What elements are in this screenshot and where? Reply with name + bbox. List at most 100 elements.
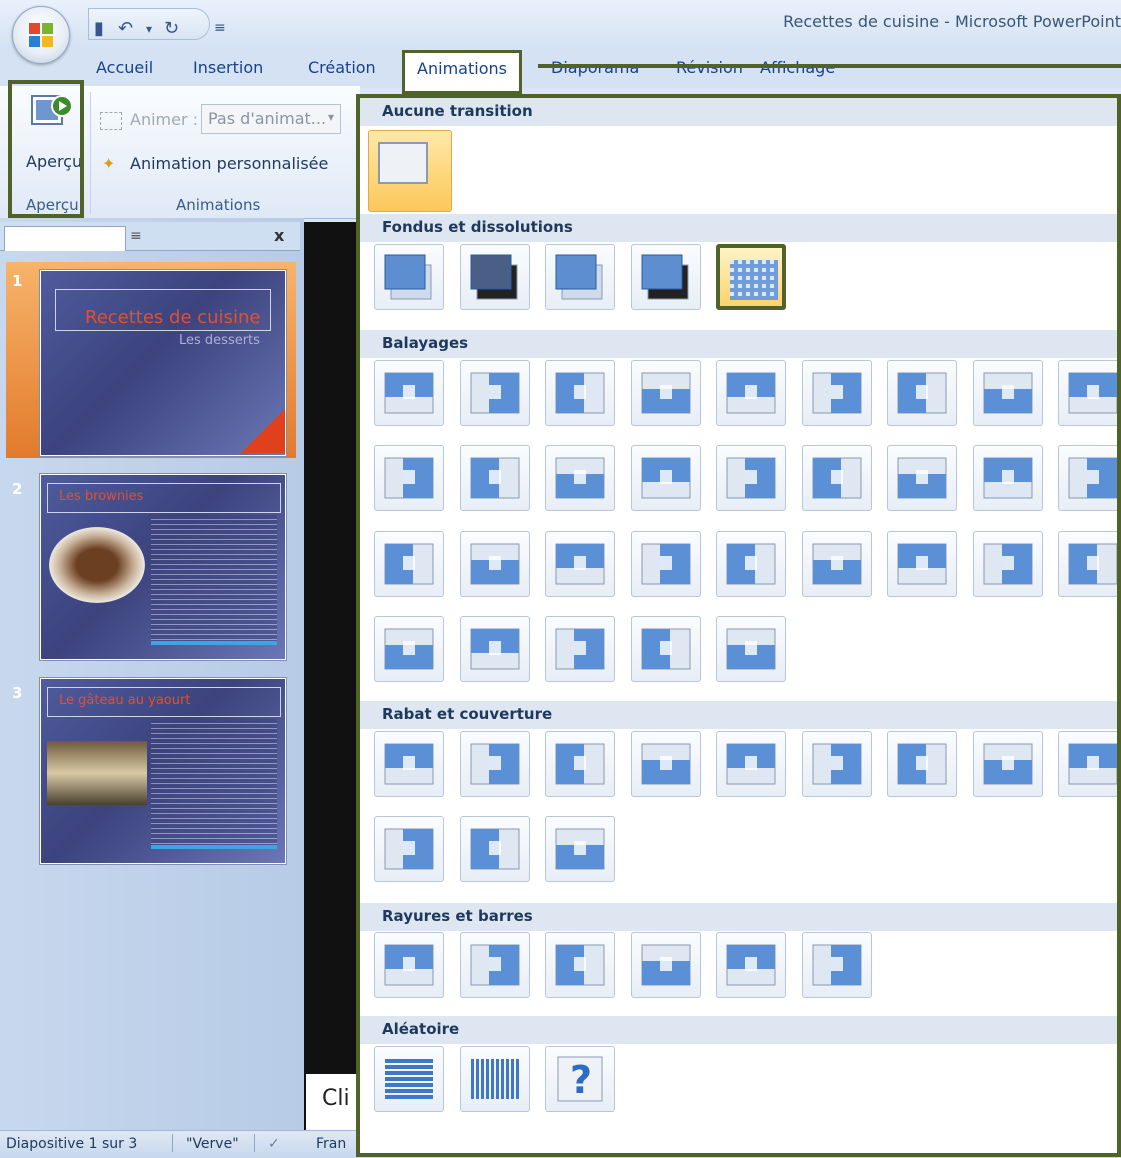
gallery-section-header: Rabat et couverture <box>360 701 1117 729</box>
spellcheck-icon[interactable]: ✓ <box>268 1136 280 1152</box>
transition-option[interactable] <box>545 244 615 310</box>
transition-option[interactable] <box>374 531 444 597</box>
customize-qat-icon[interactable]: ≡ <box>214 20 226 36</box>
transition-option[interactable] <box>545 531 615 597</box>
transition-option[interactable] <box>374 816 444 882</box>
status-divider <box>254 1134 255 1152</box>
custom-animation-button[interactable]: Animation personnalisée <box>130 154 328 173</box>
transition-option[interactable] <box>374 244 444 310</box>
slide-thumbnail-1[interactable]: Recettes de cuisine Les desserts <box>40 270 286 456</box>
wipe-transition-icon <box>555 628 605 670</box>
slide-thumbnail-3[interactable]: Le gâteau au yaourt <box>40 678 286 864</box>
transition-option[interactable] <box>716 244 786 310</box>
transition-option[interactable] <box>887 445 957 511</box>
transition-option[interactable] <box>887 731 957 797</box>
transition-option[interactable] <box>1058 731 1117 797</box>
slide-title: Les brownies <box>59 489 144 504</box>
slide-thumbnail-2[interactable]: Les brownies <box>40 474 286 660</box>
transition-option[interactable] <box>459 531 530 597</box>
transition-option[interactable] <box>972 731 1043 797</box>
transition-option[interactable] <box>630 616 701 682</box>
transition-option[interactable] <box>545 445 615 511</box>
wipe-transition-icon <box>470 944 519 986</box>
transition-option[interactable] <box>374 731 444 797</box>
transition-option[interactable] <box>459 816 530 882</box>
transition-option[interactable] <box>459 1046 530 1112</box>
transition-option[interactable] <box>545 816 615 882</box>
wipe-transition-icon <box>897 457 947 499</box>
transition-option[interactable] <box>1058 360 1117 426</box>
transition-option[interactable] <box>972 360 1043 426</box>
transition-option[interactable] <box>972 531 1043 597</box>
transition-option[interactable] <box>545 932 615 998</box>
transition-option[interactable] <box>630 445 701 511</box>
animer-select[interactable]: Pas d'animat... <box>201 104 341 134</box>
undo-icon[interactable]: ↶ <box>118 18 133 39</box>
wipe-transition-icon <box>812 372 861 414</box>
tab-accueil[interactable]: Accueil <box>96 58 153 77</box>
transition-option[interactable] <box>374 616 444 682</box>
slide-link <box>151 641 277 645</box>
transition-option[interactable] <box>887 360 957 426</box>
transition-option[interactable] <box>716 445 786 511</box>
wipe-transition-icon <box>726 457 776 499</box>
transition-option[interactable] <box>716 731 786 797</box>
chevron-down-icon[interactable]: ▾ <box>328 110 334 124</box>
transition-option[interactable] <box>459 932 530 998</box>
transition-option[interactable] <box>545 616 615 682</box>
language-status[interactable]: Fran <box>316 1136 346 1152</box>
transition-option[interactable] <box>459 616 530 682</box>
transition-option[interactable] <box>545 731 615 797</box>
slide-editing-area[interactable] <box>304 222 364 1130</box>
tab-outline[interactable]: ≡ <box>130 228 142 244</box>
random-transition-icon <box>470 1059 519 1099</box>
transition-option[interactable] <box>630 932 701 998</box>
transition-option[interactable] <box>459 244 530 310</box>
transition-option[interactable] <box>801 360 872 426</box>
transition-option[interactable] <box>1058 531 1117 597</box>
wipe-transition-icon <box>641 743 690 785</box>
undo-dropdown-icon[interactable]: ▾ <box>146 22 152 36</box>
transition-option[interactable] <box>630 531 701 597</box>
wipe-transition-icon <box>384 944 434 986</box>
tab-slides[interactable] <box>4 226 126 251</box>
transition-option[interactable] <box>716 360 786 426</box>
office-button[interactable] <box>12 6 70 64</box>
save-icon[interactable]: ▮ <box>94 18 104 39</box>
cake-photo <box>47 741 147 805</box>
transition-option[interactable] <box>374 360 444 426</box>
tab-insertion[interactable]: Insertion <box>193 58 263 77</box>
office-logo-icon <box>29 23 53 47</box>
transition-option[interactable] <box>368 130 452 212</box>
transition-option[interactable] <box>630 244 701 310</box>
wipe-transition-icon <box>641 628 690 670</box>
transition-option[interactable] <box>630 731 701 797</box>
transition-option[interactable] <box>716 531 786 597</box>
transition-option[interactable] <box>630 360 701 426</box>
animer-label: Animer : <box>130 110 199 129</box>
close-icon[interactable]: x <box>274 226 284 245</box>
redo-icon[interactable]: ↻ <box>164 18 179 39</box>
transition-option[interactable] <box>887 531 957 597</box>
fade-transition-icon <box>730 260 778 300</box>
transition-option[interactable] <box>459 731 530 797</box>
transition-option[interactable] <box>1058 445 1117 511</box>
transition-option[interactable] <box>545 360 615 426</box>
transition-option[interactable] <box>374 932 444 998</box>
transition-option[interactable] <box>801 731 872 797</box>
transition-option[interactable] <box>459 360 530 426</box>
transition-option[interactable] <box>801 531 872 597</box>
transition-option[interactable] <box>972 445 1043 511</box>
transition-option[interactable] <box>716 932 786 998</box>
transition-option[interactable] <box>801 445 872 511</box>
transition-option[interactable] <box>716 616 786 682</box>
transition-option[interactable] <box>459 445 530 511</box>
tab-creation[interactable]: Création <box>308 58 376 77</box>
slide-body-text <box>151 515 277 645</box>
transition-option[interactable] <box>374 445 444 511</box>
transition-option[interactable]: ? <box>545 1046 615 1112</box>
transition-option[interactable] <box>374 1046 444 1112</box>
transition-option[interactable] <box>801 932 872 998</box>
tab-animations[interactable]: Animations <box>402 50 522 94</box>
brownies-photo <box>49 527 145 603</box>
